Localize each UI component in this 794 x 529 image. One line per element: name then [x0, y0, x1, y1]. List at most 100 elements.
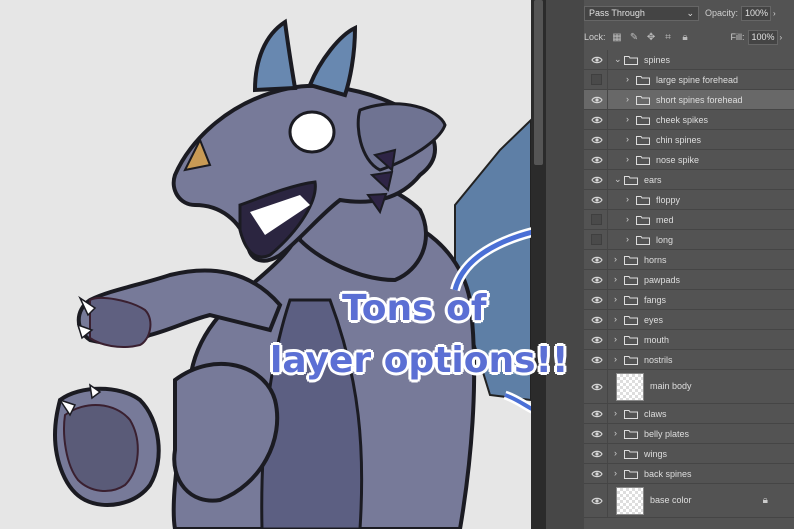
scrollbar-thumb[interactable]: [534, 0, 543, 165]
visibility-toggle[interactable]: [586, 70, 608, 89]
layer-name: eyes: [644, 315, 664, 325]
layer-row[interactable]: › horns: [584, 250, 794, 270]
layer-row[interactable]: › cheek spikes: [584, 110, 794, 130]
layer-name: base color: [650, 495, 692, 505]
chevron-right-icon[interactable]: ›: [626, 214, 629, 224]
eye-icon[interactable]: [586, 170, 608, 189]
eye-icon[interactable]: [586, 424, 608, 443]
chevron-right-icon[interactable]: ›: [614, 334, 617, 344]
visibility-toggle[interactable]: [586, 210, 608, 229]
fill-value: 100%: [751, 32, 775, 42]
eye-icon[interactable]: [586, 464, 608, 483]
folder-icon: [636, 215, 650, 225]
visibility-toggle[interactable]: [586, 230, 608, 249]
chevron-right-icon[interactable]: ›: [626, 94, 629, 104]
chevron-right-icon[interactable]: ›: [626, 234, 629, 244]
eye-icon[interactable]: [586, 404, 608, 423]
layer-row[interactable]: › nose spike: [584, 150, 794, 170]
layer-row[interactable]: › long: [584, 230, 794, 250]
eye-icon[interactable]: [586, 444, 608, 463]
layer-row[interactable]: › mouth: [584, 330, 794, 350]
chevron-right-icon[interactable]: ›: [614, 294, 617, 304]
opacity-input[interactable]: 100%: [741, 5, 772, 21]
eye-icon[interactable]: [586, 330, 608, 349]
layer-row[interactable]: › chin spines: [584, 130, 794, 150]
eye-icon[interactable]: [586, 484, 608, 517]
layer-name: floppy: [656, 195, 681, 205]
artwork-canvas[interactable]: [0, 0, 531, 529]
chevron-right-icon[interactable]: ›: [614, 468, 617, 478]
chevron-right-icon[interactable]: ›: [614, 428, 617, 438]
layer-name: belly plates: [644, 429, 690, 439]
eye-icon[interactable]: [586, 270, 608, 289]
chevron-right-icon[interactable]: ›: [614, 408, 617, 418]
layer-row[interactable]: › claws: [584, 404, 794, 424]
chevron-right-icon[interactable]: ›: [614, 354, 617, 364]
chevron-right-icon[interactable]: ›: [614, 254, 617, 264]
lock-artboard-icon[interactable]: ⌗: [663, 32, 674, 43]
eye-icon[interactable]: [586, 250, 608, 269]
chevron-right-icon[interactable]: ›: [626, 154, 629, 164]
opacity-value: 100%: [745, 8, 769, 18]
layer-name: short spines forehead: [656, 95, 743, 105]
dragon-artwork: [52, 18, 531, 529]
layer-row[interactable]: › med: [584, 210, 794, 230]
chevron-down-icon[interactable]: ⌄: [614, 174, 622, 185]
layer-row[interactable]: ⌄ ears: [584, 170, 794, 190]
chevron-right-icon[interactable]: ›: [614, 274, 617, 284]
layer-row[interactable]: main body: [584, 370, 794, 404]
chevron-right-icon[interactable]: ›: [614, 448, 617, 458]
layer-row[interactable]: › floppy: [584, 190, 794, 210]
chevron-down-icon[interactable]: ⌄: [614, 54, 622, 65]
folder-icon: [636, 75, 650, 85]
blend-mode-value: Pass Through: [589, 8, 645, 18]
fill-input[interactable]: 100%: [747, 29, 778, 45]
lock-transparent-icon[interactable]: ▦: [612, 32, 623, 43]
lock-image-icon[interactable]: ✎: [629, 32, 640, 43]
eye-icon[interactable]: [586, 290, 608, 309]
layer-thumbnail: [616, 487, 644, 515]
layer-row[interactable]: › nostrils: [584, 350, 794, 370]
chevron-right-icon[interactable]: ›: [614, 314, 617, 324]
layer-row[interactable]: ⌄ spines: [584, 50, 794, 70]
chevron-right-icon[interactable]: ›: [626, 114, 629, 124]
blend-mode-select[interactable]: Pass Through ⌄: [584, 5, 699, 21]
eye-icon[interactable]: [586, 350, 608, 369]
folder-icon: [636, 155, 650, 165]
layer-row[interactable]: › wings: [584, 444, 794, 464]
lock-all-icon[interactable]: 🔒︎: [680, 32, 691, 43]
layer-row[interactable]: › eyes: [584, 310, 794, 330]
layer-name: wings: [644, 449, 668, 459]
layer-row[interactable]: › back spines: [584, 464, 794, 484]
folder-icon: [624, 295, 638, 305]
folder-icon: [624, 175, 638, 185]
lock-row: Lock: ▦ ✎ ✥ ⌗ 🔒︎ Fill: 100% ›: [584, 26, 782, 48]
eye-icon[interactable]: [586, 310, 608, 329]
layer-row[interactable]: › fangs: [584, 290, 794, 310]
eye-icon[interactable]: [586, 190, 608, 209]
eye-icon[interactable]: [586, 110, 608, 129]
layer-name: chin spines: [656, 135, 702, 145]
blend-row: Pass Through ⌄ Opacity: 100% ›: [584, 2, 776, 24]
eye-icon[interactable]: [586, 370, 608, 403]
canvas-scrollbar[interactable]: [531, 0, 546, 529]
layer-row[interactable]: › large spine forehead: [584, 70, 794, 90]
layer-row[interactable]: › short spines forehead: [584, 90, 794, 110]
eye-icon[interactable]: [586, 90, 608, 109]
chevron-right-icon[interactable]: ›: [626, 74, 629, 84]
folder-icon: [624, 255, 638, 265]
chevron-right-icon[interactable]: ›: [773, 9, 776, 18]
folder-icon: [624, 469, 638, 479]
layer-name: back spines: [644, 469, 692, 479]
lock-position-icon[interactable]: ✥: [646, 32, 657, 43]
chevron-right-icon[interactable]: ›: [626, 194, 629, 204]
layer-name: mouth: [644, 335, 670, 345]
eye-icon[interactable]: [586, 50, 608, 69]
chevron-right-icon[interactable]: ›: [626, 134, 629, 144]
layer-row[interactable]: base color 🔒︎: [584, 484, 794, 518]
eye-icon[interactable]: [586, 150, 608, 169]
chevron-right-icon[interactable]: ›: [780, 33, 783, 42]
layer-row[interactable]: › belly plates: [584, 424, 794, 444]
layer-row[interactable]: › pawpads: [584, 270, 794, 290]
eye-icon[interactable]: [586, 130, 608, 149]
